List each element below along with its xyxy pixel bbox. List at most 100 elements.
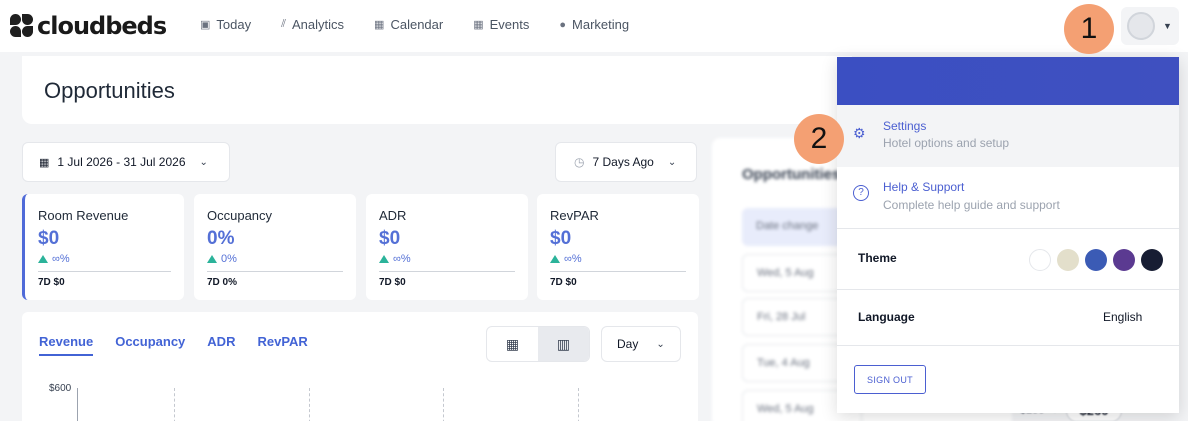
tab-adr[interactable]: ADR — [207, 334, 235, 356]
annotation-marker-1: 1 — [1064, 4, 1114, 54]
annotation-marker-2: 2 — [794, 114, 844, 164]
kpi-change: ∞% — [379, 253, 515, 272]
card-title: Opportunities — [742, 166, 841, 183]
page-header: Opportunities — [22, 56, 852, 124]
list-item-label: Wed, 5 Aug — [757, 403, 814, 415]
analytics-icon: ⫽ — [281, 18, 287, 30]
compare-period-value: 7 Days Ago — [592, 155, 654, 169]
kpi-change-value: ∞% — [564, 253, 582, 265]
kpi-value: $0 — [379, 228, 401, 249]
theme-swatch[interactable] — [1141, 249, 1163, 271]
chart-view-icon[interactable]: ▥ — [538, 327, 589, 361]
kpi-seven-day: 7D $0 — [550, 277, 577, 288]
trend-up-icon — [38, 255, 48, 263]
view-toggle: ▦ ▥ — [486, 326, 590, 362]
y-axis-tick: $600 — [49, 383, 72, 394]
kpi-value: $0 — [550, 228, 572, 249]
today-icon: ▣ — [200, 19, 211, 31]
theme-swatch[interactable] — [1113, 249, 1135, 271]
gridline — [309, 388, 310, 421]
chevron-down-icon: ⌄ — [656, 338, 665, 350]
kpi-seven-day: 7D 0% — [207, 277, 238, 288]
kpi-change-value: ∞% — [52, 253, 70, 265]
gridline — [578, 388, 579, 421]
date-range-picker[interactable]: ▦ 1 Jul 2026 - 31 Jul 2026 ⌄ — [22, 142, 230, 182]
kpi-card-revpar[interactable]: RevPAR $0 ∞% 7D $0 — [537, 194, 699, 300]
list-item-label: Fri, 28 Jul — [757, 311, 806, 323]
metrics-chart-panel: Revenue Occupancy ADR RevPAR ▦ ▥ Day ⌄ $… — [22, 312, 698, 421]
trend-up-icon — [207, 255, 217, 263]
kpi-change-value: 0% — [221, 253, 237, 265]
table-view-icon[interactable]: ▦ — [487, 327, 538, 361]
tab-occupancy[interactable]: Occupancy — [115, 334, 185, 356]
kpi-change: 0% — [207, 253, 343, 272]
nav-item-label: Analytics — [292, 17, 345, 32]
tab-revpar[interactable]: RevPAR — [257, 334, 307, 356]
nav-item-marketing[interactable]: ● Marketing — [559, 17, 629, 32]
main-nav: ▣ Today ⫽ Analytics ▦ Calendar ▦ Events … — [200, 17, 629, 32]
kpi-card-occupancy[interactable]: Occupancy 0% 0% 7D 0% — [194, 194, 356, 300]
account-menu-button[interactable]: ▼ — [1121, 7, 1179, 45]
chevron-down-icon: ⌄ — [667, 156, 677, 168]
avatar — [1127, 12, 1155, 40]
cloudbeds-logo-icon — [10, 14, 34, 38]
marketing-icon: ● — [559, 18, 567, 31]
kpi-card-adr[interactable]: ADR $0 ∞% 7D $0 — [366, 194, 528, 300]
nav-item-label: Today — [216, 17, 252, 32]
theme-swatch[interactable] — [1029, 249, 1051, 271]
page-title: Opportunities — [44, 78, 175, 103]
tab-revenue[interactable]: Revenue — [39, 334, 94, 356]
menu-item-settings[interactable]: ⚙ Settings Hotel options and setup — [837, 105, 1179, 167]
kpi-label: ADR — [379, 208, 407, 223]
y-axis-line — [77, 388, 78, 421]
trend-up-icon — [379, 255, 389, 263]
theme-swatch[interactable] — [1085, 249, 1107, 271]
nav-item-label: Events — [489, 17, 530, 32]
gear-icon: ⚙ — [853, 125, 866, 141]
calendar-icon: ▦ — [374, 19, 385, 31]
kpi-value: $0 — [38, 228, 60, 249]
kpi-change: ∞% — [38, 253, 171, 272]
nav-item-label: Calendar — [390, 17, 444, 32]
list-item-label: Tue, 4 Aug — [757, 357, 810, 369]
gridline — [443, 388, 444, 421]
theme-swatch[interactable] — [1057, 249, 1079, 271]
history-icon: ◷ — [574, 155, 585, 169]
compare-period-select[interactable]: ◷ 7 Days Ago ⌄ — [555, 142, 697, 182]
kpi-change-value: ∞% — [393, 253, 411, 265]
gridline — [174, 388, 175, 421]
nav-item-analytics[interactable]: ⫽ Analytics — [281, 17, 344, 32]
kpi-label: RevPAR — [550, 208, 599, 223]
calendar-icon: ▦ — [39, 156, 50, 169]
kpi-card-room-revenue[interactable]: Room Revenue $0 ∞% 7D $0 — [22, 194, 184, 300]
events-icon: ▦ — [473, 19, 484, 31]
top-navbar: cloudbeds ▣ Today ⫽ Analytics ▦ Calendar… — [0, 0, 1188, 52]
chevron-down-icon: ⌄ — [199, 156, 208, 168]
brand-name: cloudbeds — [37, 12, 167, 40]
kpi-value: 0% — [207, 228, 235, 249]
kpi-seven-day: 7D $0 — [379, 277, 406, 288]
kpi-label: Room Revenue — [38, 208, 129, 223]
nav-item-calendar[interactable]: ▦ Calendar — [374, 17, 443, 32]
kpi-seven-day: 7D $0 — [38, 277, 65, 288]
menu-item-title: Settings — [883, 119, 927, 133]
account-banner — [837, 57, 1179, 105]
date-range-value: 1 Jul 2026 - 31 Jul 2026 — [57, 155, 186, 169]
language-select[interactable]: English — [1103, 310, 1142, 324]
kpi-change: ∞% — [550, 253, 686, 272]
nav-item-today[interactable]: ▣ Today — [200, 17, 251, 32]
theme-label: Theme — [858, 251, 897, 265]
help-icon: ? — [853, 185, 869, 201]
granularity-select[interactable]: Day ⌄ — [601, 326, 681, 362]
list-item-label: Date change — [756, 220, 819, 232]
kpi-label: Occupancy — [207, 208, 273, 223]
granularity-value: Day — [617, 337, 639, 351]
trend-up-icon — [550, 255, 560, 263]
cloudbeds-logo[interactable]: cloudbeds — [10, 12, 167, 40]
nav-item-events[interactable]: ▦ Events — [473, 17, 529, 32]
metric-tabs: Revenue Occupancy ADR RevPAR — [39, 334, 308, 356]
menu-item-title: Help & Support — [883, 180, 965, 194]
menu-item-help-support[interactable]: ? Help & Support Complete help guide and… — [837, 167, 1179, 229]
menu-item-subtitle: Hotel options and setup — [883, 136, 1010, 150]
sign-out-button[interactable]: SIGN OUT — [854, 365, 926, 394]
